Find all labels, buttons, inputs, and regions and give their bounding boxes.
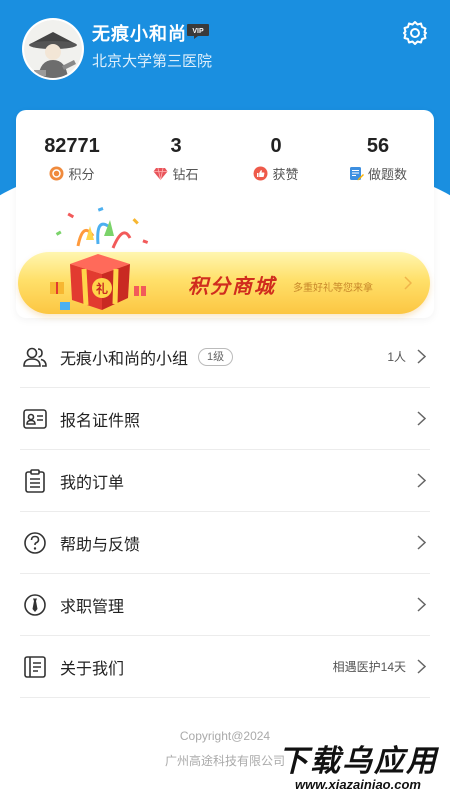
menu-list: 无痕小和尚的小组 1级 1人 报名证件照 我的订单 帮助与反馈 求职管理 关于我… — [20, 326, 430, 698]
vip-badge-label: VIP — [192, 28, 204, 35]
hospital-name: 北京大学第三医院 — [92, 53, 213, 70]
banner-chevron-right-icon — [404, 276, 412, 290]
job-tie-icon — [24, 593, 46, 616]
menu-item-orders[interactable]: 我的订单 — [20, 450, 430, 512]
group-member-count: 1人 — [387, 350, 406, 364]
group-icon — [23, 347, 47, 367]
menu-label-group: 无痕小和尚的小组 — [60, 350, 189, 368]
gift-box-label: 礼 — [96, 281, 108, 296]
chevron-right-icon — [417, 535, 426, 550]
menu-label-id-photo: 报名证件照 — [60, 412, 141, 430]
menu-item-group[interactable]: 无痕小和尚的小组 1级 1人 — [20, 326, 430, 388]
quiz-icon — [349, 167, 364, 181]
stat-points-label: 积分 — [68, 167, 95, 182]
chevron-right-icon — [417, 411, 426, 426]
vip-badge-icon: VIP — [187, 24, 209, 39]
watermark-logo: 下载乌应用 www.xiazainiao.com — [270, 732, 446, 796]
banner-title: 积分商城 — [188, 276, 276, 298]
menu-item-about[interactable]: 关于我们 相遇医护14天 — [20, 636, 430, 698]
avatar[interactable] — [22, 18, 84, 80]
stat-likes-value: 0 — [270, 135, 282, 157]
username: 无痕小和尚 — [92, 24, 187, 44]
stat-questions-label: 做题数 — [367, 167, 407, 182]
chevron-right-icon — [417, 349, 426, 364]
menu-item-id-photo[interactable]: 报名证件照 — [20, 388, 430, 450]
stat-diamonds-label: 钻石 — [172, 167, 199, 182]
menu-label-help: 帮助与反馈 — [60, 536, 141, 554]
chevron-right-icon — [417, 597, 426, 612]
stat-likes-label: 获赞 — [272, 167, 299, 182]
diamond-icon — [153, 167, 168, 181]
stat-likes[interactable]: 0 获赞 — [226, 132, 326, 183]
settings-gear-icon[interactable] — [402, 20, 428, 46]
watermark-url: www.xiazainiao.com — [295, 777, 421, 792]
menu-item-help[interactable]: 帮助与反馈 — [20, 512, 430, 574]
about-book-icon — [24, 655, 46, 678]
id-card-icon — [23, 408, 47, 429]
chevron-right-icon — [417, 473, 426, 488]
watermark-main: 下载乌应用 — [278, 745, 438, 778]
stat-questions[interactable]: 56 做题数 — [328, 132, 428, 183]
menu-label-orders: 我的订单 — [60, 474, 125, 492]
order-clipboard-icon — [25, 468, 45, 493]
stat-points[interactable]: 82771 积分 — [22, 132, 122, 183]
menu-label-jobs: 求职管理 — [60, 598, 125, 616]
group-level-badge: 1级 — [198, 347, 234, 366]
menu-item-jobs[interactable]: 求职管理 — [20, 574, 430, 636]
stat-points-value: 82771 — [44, 135, 100, 157]
gift-box-icon: 礼 — [50, 207, 149, 310]
help-question-icon — [24, 531, 46, 554]
thumbs-up-icon — [253, 166, 268, 181]
stat-questions-value: 56 — [366, 135, 390, 157]
stat-diamonds-value: 3 — [170, 135, 182, 157]
menu-label-about: 关于我们 — [60, 660, 125, 678]
banner-subtitle: 多重好礼等您来拿 — [293, 283, 373, 294]
points-icon — [49, 166, 64, 181]
chevron-right-icon — [417, 659, 426, 674]
days-together-text: 相遇医护14天 — [332, 660, 406, 674]
stat-diamonds[interactable]: 3 钻石 — [126, 132, 226, 183]
